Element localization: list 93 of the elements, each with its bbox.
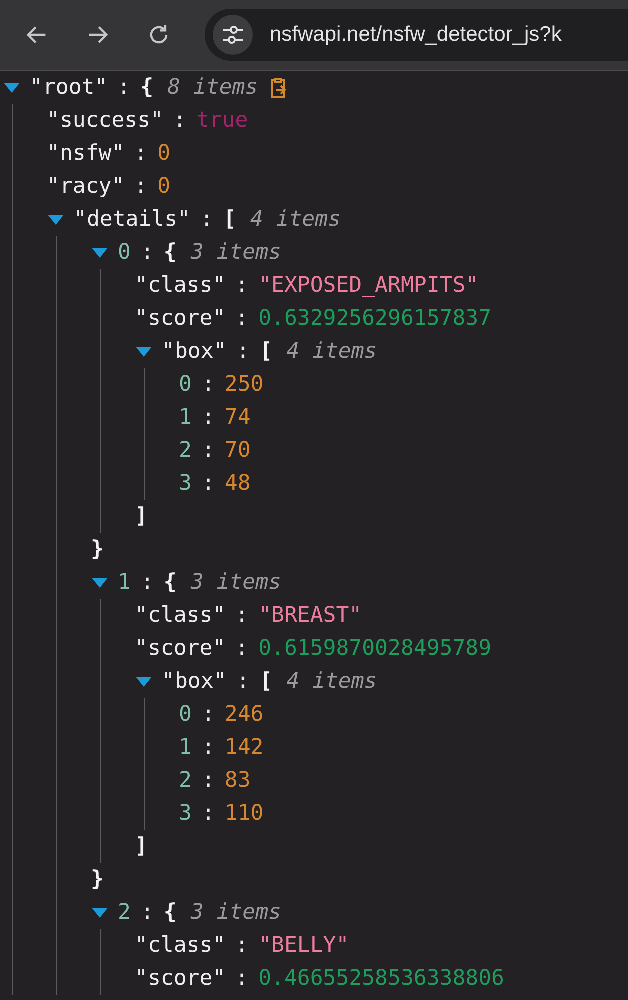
colon: : bbox=[236, 933, 249, 958]
json-key: "racy" bbox=[47, 174, 125, 199]
json-key: "class" bbox=[135, 273, 226, 298]
bracket: { bbox=[164, 900, 177, 925]
json-key: "class" bbox=[135, 603, 226, 628]
closing-bracket: } bbox=[91, 537, 104, 562]
json-key: "class" bbox=[135, 933, 226, 958]
colon: : bbox=[236, 273, 249, 298]
json-value: 246 bbox=[224, 702, 264, 727]
json-value: 0 bbox=[158, 141, 171, 166]
colon: : bbox=[140, 570, 154, 595]
bracket: [ bbox=[260, 669, 273, 694]
json-key: "score" bbox=[135, 636, 226, 661]
url-text: nsfwapi.net/nsfw_detector_js?k bbox=[270, 23, 562, 47]
array-index: 1 bbox=[118, 570, 131, 595]
json-key: "box" bbox=[162, 669, 227, 694]
colon: : bbox=[202, 405, 215, 430]
collapse-triangle-icon[interactable] bbox=[91, 576, 109, 588]
item-count: 3 items bbox=[190, 240, 282, 265]
colon: : bbox=[200, 207, 214, 232]
closing-bracket: ] bbox=[135, 504, 148, 529]
colon: : bbox=[140, 900, 154, 925]
collapse-triangle-icon[interactable] bbox=[135, 346, 153, 358]
json-key: "details" bbox=[74, 207, 190, 232]
colon: : bbox=[174, 108, 186, 133]
collapse-triangle-icon[interactable] bbox=[91, 246, 109, 258]
colon: : bbox=[202, 801, 215, 826]
item-count: 8 items bbox=[168, 75, 258, 100]
item-count: 4 items bbox=[286, 339, 378, 364]
site-settings-icon[interactable] bbox=[213, 15, 253, 55]
bracket: { bbox=[164, 570, 177, 595]
item-count: 4 items bbox=[250, 207, 342, 232]
array-index: 2 bbox=[179, 768, 192, 793]
colon: : bbox=[202, 471, 215, 496]
json-value: 48 bbox=[224, 471, 251, 496]
colon: : bbox=[202, 372, 215, 397]
bracket: [ bbox=[260, 339, 273, 364]
colon: : bbox=[202, 438, 215, 463]
array-index: 1 bbox=[179, 405, 192, 430]
json-value: 142 bbox=[224, 735, 264, 760]
array-index: 0 bbox=[179, 372, 192, 397]
json-key: "success" bbox=[47, 108, 164, 133]
json-value: "BREAST" bbox=[258, 603, 362, 628]
json-value: true bbox=[196, 108, 248, 133]
colon: : bbox=[202, 702, 215, 727]
json-value: 0 bbox=[158, 174, 171, 199]
colon: : bbox=[236, 966, 249, 991]
colon: : bbox=[118, 75, 131, 100]
json-key: "root" bbox=[30, 75, 108, 100]
colon: : bbox=[202, 768, 215, 793]
colon: : bbox=[236, 339, 250, 364]
json-value: "EXPOSED_ARMPITS" bbox=[258, 273, 479, 298]
array-index: 2 bbox=[179, 438, 192, 463]
colon: : bbox=[140, 240, 154, 265]
json-key: "box" bbox=[162, 339, 227, 364]
json-value: 0.6329256296157837 bbox=[258, 306, 492, 331]
item-count: 3 items bbox=[190, 900, 282, 925]
array-index: 0 bbox=[118, 240, 131, 265]
json-key: "nsfw" bbox=[47, 141, 125, 166]
collapse-triangle-icon[interactable] bbox=[135, 676, 153, 688]
closing-bracket: ] bbox=[135, 834, 148, 859]
bracket: [ bbox=[223, 207, 236, 232]
colon: : bbox=[236, 603, 249, 628]
json-value: 110 bbox=[224, 801, 264, 826]
bracket: { bbox=[140, 75, 154, 100]
json-value: "BELLY" bbox=[258, 933, 350, 958]
colon: : bbox=[236, 306, 249, 331]
closing-bracket: } bbox=[91, 867, 104, 892]
address-bar[interactable]: nsfwapi.net/nsfw_detector_js?k bbox=[205, 9, 628, 61]
item-count: 4 items bbox=[286, 669, 378, 694]
json-key: "score" bbox=[135, 966, 226, 991]
colon: : bbox=[134, 174, 148, 199]
json-value: 83 bbox=[224, 768, 251, 793]
array-index: 3 bbox=[179, 801, 192, 826]
array-index: 1 bbox=[179, 735, 192, 760]
item-count: 3 items bbox=[190, 570, 282, 595]
collapse-triangle-icon[interactable] bbox=[47, 214, 65, 226]
json-value: 0.46655258536338806 bbox=[258, 966, 505, 991]
array-index: 2 bbox=[118, 900, 131, 925]
colon: : bbox=[236, 636, 249, 661]
collapse-triangle-icon[interactable] bbox=[3, 82, 21, 94]
array-index: 0 bbox=[179, 702, 192, 727]
json-value: 0.6159870028495789 bbox=[258, 636, 492, 661]
json-key: "score" bbox=[135, 306, 226, 331]
colon: : bbox=[236, 669, 250, 694]
colon: : bbox=[134, 141, 148, 166]
colon: : bbox=[202, 735, 215, 760]
collapse-triangle-icon[interactable] bbox=[91, 906, 109, 918]
array-index: 3 bbox=[179, 471, 192, 496]
json-value: 74 bbox=[224, 405, 251, 430]
json-value: 70 bbox=[224, 438, 251, 463]
json-value: 250 bbox=[224, 372, 264, 397]
bracket: { bbox=[164, 240, 177, 265]
